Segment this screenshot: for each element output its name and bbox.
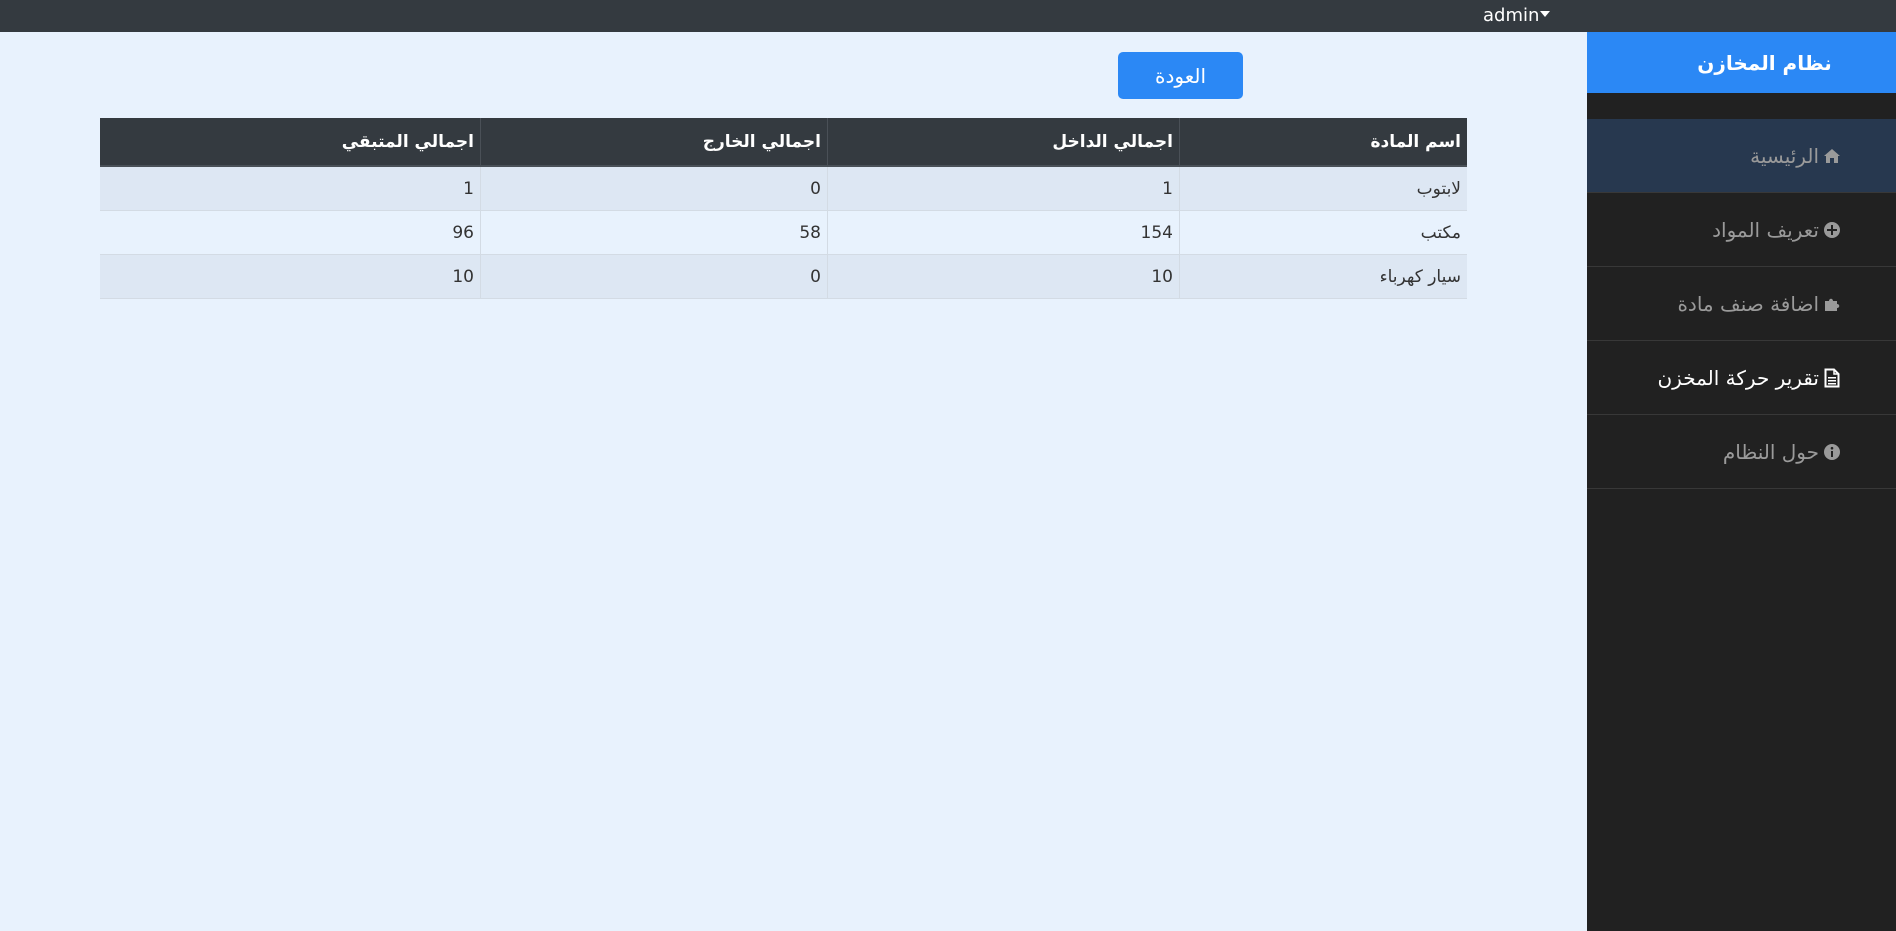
sidebar-item-define-materials[interactable]: تعريف المواد	[1587, 193, 1896, 267]
table-cell: لابتوب	[1179, 166, 1467, 211]
sidebar-nav: الرئيسية تعريف المواد اضافة صنف مادة تقر…	[1587, 119, 1896, 489]
back-button[interactable]: العودة	[1118, 52, 1243, 99]
sidebar-item-label: تقرير حركة المخزن	[1657, 365, 1819, 390]
column-header-total-out: اجمالي الخارج	[480, 118, 828, 167]
file-text-icon	[1822, 368, 1842, 388]
table-cell: 1	[827, 166, 1180, 211]
table-cell: 96	[100, 210, 481, 255]
table-row: سيار كهرباء 10 0 10	[100, 254, 1467, 299]
home-icon	[1822, 146, 1842, 166]
top-navbar: admin	[0, 0, 1896, 32]
column-header-material-name: اسم المادة	[1179, 118, 1467, 167]
table-header-row: اسم المادة اجمالي الداخل اجمالي الخارج ا…	[100, 118, 1467, 167]
sidebar-item-label: تعريف المواد	[1712, 217, 1819, 242]
table-cell: 1	[100, 166, 481, 211]
table-cell: مكتب	[1179, 210, 1467, 255]
table-row: مكتب 154 58 96	[100, 210, 1467, 255]
table-row: لابتوب 1 0 1	[100, 166, 1467, 211]
stock-report-table: اسم المادة اجمالي الداخل اجمالي الخارج ا…	[100, 118, 1467, 299]
caret-down-icon	[1540, 11, 1551, 17]
table-cell: 0	[480, 254, 828, 299]
sidebar-item-about[interactable]: حول النظام	[1587, 415, 1896, 489]
sidebar-item-label: حول النظام	[1722, 439, 1819, 464]
user-name: admin	[1483, 5, 1540, 26]
column-header-total-in: اجمالي الداخل	[827, 118, 1180, 167]
table-cell: 154	[827, 210, 1180, 255]
table-cell: 0	[480, 166, 828, 211]
table-cell: 10	[100, 254, 481, 299]
table-cell: 10	[827, 254, 1180, 299]
column-header-total-remaining: اجمالي المتبقي	[100, 118, 481, 167]
brand-title[interactable]: نظام المخازن	[1587, 32, 1896, 93]
info-circle-icon	[1822, 442, 1842, 462]
sidebar-item-stock-report[interactable]: تقرير حركة المخزن	[1587, 341, 1896, 415]
sidebar-item-home[interactable]: الرئيسية	[1587, 119, 1896, 193]
user-menu-dropdown[interactable]: admin	[1483, 5, 1551, 27]
table-cell: سيار كهرباء	[1179, 254, 1467, 299]
sidebar-item-label: الرئيسية	[1750, 143, 1819, 168]
sidebar-item-add-category[interactable]: اضافة صنف مادة	[1587, 267, 1896, 341]
sidebar: نظام المخازن الرئيسية تعريف المواد اضافة…	[1587, 32, 1896, 931]
puzzle-icon	[1822, 294, 1842, 314]
plus-circle-icon	[1822, 220, 1842, 240]
table-cell: 58	[480, 210, 828, 255]
sidebar-item-label: اضافة صنف مادة	[1677, 291, 1819, 316]
